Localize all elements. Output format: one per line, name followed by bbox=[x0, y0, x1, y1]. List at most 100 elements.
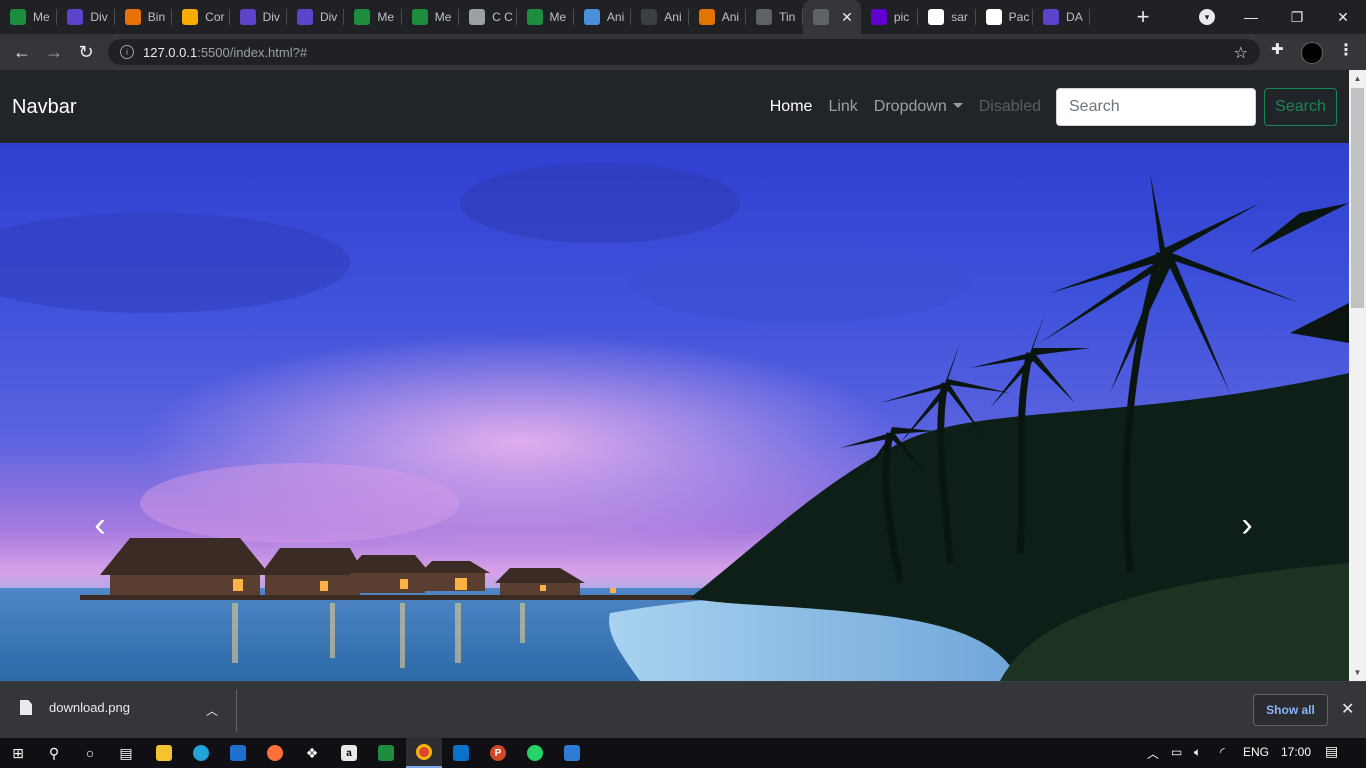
mail-icon[interactable] bbox=[220, 738, 256, 768]
search-icon[interactable]: ⚲ bbox=[36, 738, 72, 768]
edge-icon[interactable] bbox=[183, 738, 219, 768]
info-icon[interactable]: i bbox=[120, 45, 134, 59]
browser-tab[interactable]: Cor bbox=[172, 0, 230, 34]
whatsapp-icon[interactable] bbox=[517, 738, 553, 768]
browser-tab[interactable]: Me bbox=[402, 0, 460, 34]
tab-title: DA bbox=[1066, 10, 1083, 24]
browser-menu-icon[interactable]: ⋮ bbox=[1338, 40, 1354, 60]
tab-strip: Me Div Bin Cor Div Div Me Me C C Me Ani Ani Ani Tin ✕ p… bbox=[0, 0, 1366, 34]
powerpoint-icon[interactable]: P bbox=[480, 738, 516, 768]
navbar-brand[interactable]: Navbar bbox=[12, 96, 76, 119]
browser-tab[interactable]: Div bbox=[57, 0, 115, 34]
tab-title: Ani bbox=[721, 10, 740, 24]
chevron-left-icon: ‹ bbox=[94, 505, 106, 544]
list-icon bbox=[239, 9, 256, 25]
browser-tab[interactable]: Ani bbox=[574, 0, 632, 34]
wifi-icon[interactable]: ◜ bbox=[1220, 745, 1225, 759]
google-icon bbox=[928, 9, 945, 25]
bookmark-star-icon[interactable]: ☆ bbox=[1234, 43, 1248, 63]
battery-icon[interactable]: ▭ bbox=[1171, 745, 1182, 759]
firefox-icon[interactable] bbox=[257, 738, 293, 768]
windows-start-icon[interactable]: ⊞ bbox=[0, 738, 36, 768]
globe-icon bbox=[813, 9, 830, 25]
dropbox-icon[interactable]: ❖ bbox=[294, 738, 330, 768]
browser-tab[interactable]: Tin bbox=[746, 0, 804, 34]
search-input[interactable] bbox=[1056, 88, 1256, 126]
close-window-button[interactable]: ✕ bbox=[1320, 0, 1366, 34]
browser-tab[interactable]: Pac bbox=[976, 0, 1034, 34]
browser-tab[interactable]: DA bbox=[1033, 0, 1091, 34]
meet-icon bbox=[411, 9, 428, 25]
scrollbar-thumb[interactable] bbox=[1351, 88, 1364, 308]
meet-icon bbox=[354, 9, 371, 25]
nav-home-link[interactable]: Home bbox=[762, 98, 821, 116]
download-item[interactable]: download.png bbox=[20, 700, 130, 715]
nav-dropdown[interactable]: Dropdown bbox=[866, 98, 971, 116]
scroll-up-arrow[interactable]: ▲ bbox=[1352, 74, 1363, 83]
chevron-up-icon[interactable]: ︿ bbox=[206, 702, 218, 719]
browser-tab[interactable]: ✕ bbox=[803, 0, 861, 34]
volume-icon[interactable]: 🔈︎ bbox=[1194, 745, 1201, 760]
task-view-icon[interactable]: ▤ bbox=[108, 738, 144, 768]
browser-tab[interactable]: Ani bbox=[631, 0, 689, 34]
reload-button[interactable]: ↻ bbox=[74, 40, 98, 64]
address-bar[interactable]: i 127.0.0.1 :5500/index.html?# ☆ bbox=[108, 39, 1260, 65]
meet-icon bbox=[10, 9, 26, 25]
tab-title: Pac bbox=[1008, 10, 1030, 24]
browser-tab[interactable]: pic bbox=[861, 0, 919, 34]
browser-tab[interactable]: Div bbox=[230, 0, 287, 34]
nav-links: Home Link Dropdown Disabled bbox=[762, 70, 1049, 143]
tab-title: Div bbox=[262, 10, 280, 24]
browser-tab[interactable]: Bin bbox=[115, 0, 173, 34]
nav-disabled-link: Disabled bbox=[978, 97, 1041, 115]
search-button[interactable]: Search bbox=[1264, 88, 1337, 126]
chevron-right-icon: › bbox=[1241, 505, 1253, 544]
tab-search-icon[interactable]: ▾ bbox=[1199, 9, 1215, 25]
minimize-button[interactable]: — bbox=[1228, 0, 1274, 34]
browser-tab[interactable]: Me bbox=[344, 0, 402, 34]
tab-title: Ani bbox=[606, 10, 625, 24]
browser-tab[interactable]: Me bbox=[517, 0, 574, 34]
cortana-icon[interactable]: ○ bbox=[72, 738, 108, 768]
tab-title: Ani bbox=[664, 10, 682, 24]
new-tab-button[interactable]: + bbox=[1126, 0, 1160, 34]
tab-title: sar bbox=[951, 10, 968, 24]
vscode-icon[interactable] bbox=[443, 738, 479, 768]
nav-link[interactable]: Link bbox=[820, 98, 865, 116]
github-icon bbox=[985, 9, 1002, 25]
show-hidden-icons-chevron-icon[interactable]: ︿ bbox=[1147, 745, 1159, 762]
amazon-icon[interactable]: a bbox=[331, 738, 367, 768]
close-download-bar-icon[interactable]: ✕ bbox=[1341, 699, 1354, 719]
browser-toolbar: ← → ↻ i 127.0.0.1 :5500/index.html?# ☆ bbox=[0, 34, 1366, 70]
file-icon bbox=[20, 700, 32, 715]
carousel-next-control[interactable]: › bbox=[1227, 505, 1267, 545]
scroll-down-arrow[interactable]: ▼ bbox=[1352, 668, 1363, 677]
profile-avatar[interactable] bbox=[1301, 42, 1323, 64]
classroom-icon[interactable] bbox=[368, 738, 404, 768]
browser-tab[interactable]: Div bbox=[287, 0, 345, 34]
extensions-puzzle-icon[interactable]: ✚ bbox=[1271, 40, 1284, 58]
tab-title: Cor bbox=[205, 10, 225, 24]
close-tab-icon[interactable]: ✕ bbox=[841, 9, 853, 26]
back-button[interactable]: ← bbox=[10, 40, 34, 64]
list-icon bbox=[67, 9, 84, 25]
forward-button[interactable]: → bbox=[42, 40, 66, 64]
browser-tab[interactable]: C C bbox=[459, 0, 517, 34]
tab-title: Me bbox=[549, 10, 567, 24]
carousel-prev-control[interactable]: ‹ bbox=[80, 505, 120, 545]
tab-title: Div bbox=[90, 10, 108, 24]
file-explorer-icon[interactable] bbox=[146, 738, 182, 768]
clock[interactable]: 17:00 bbox=[1281, 745, 1311, 759]
show-all-button[interactable]: Show all bbox=[1253, 694, 1328, 726]
browser-tab[interactable]: sar bbox=[918, 0, 976, 34]
download-bar: download.png ︿ Show all ✕ bbox=[0, 681, 1366, 738]
chrome-icon[interactable] bbox=[406, 738, 442, 768]
browser-tab[interactable]: Me bbox=[0, 0, 58, 34]
input-language[interactable]: ENG bbox=[1243, 745, 1269, 759]
url-path: :5500/index.html?# bbox=[197, 44, 308, 60]
notifications-icon[interactable]: ▤ bbox=[1325, 743, 1338, 760]
browser-tab[interactable]: Ani bbox=[689, 0, 747, 34]
restore-button[interactable]: ❐ bbox=[1274, 0, 1320, 34]
photos-icon[interactable] bbox=[554, 738, 590, 768]
ani-icon bbox=[583, 9, 600, 25]
